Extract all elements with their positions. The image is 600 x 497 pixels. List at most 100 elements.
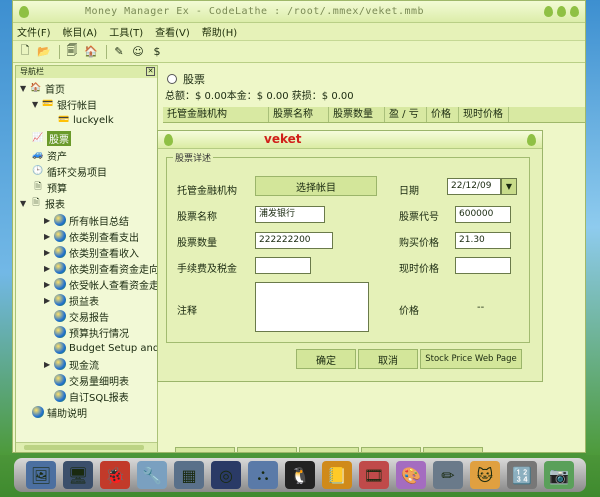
fee-label: 手续费及税金 xyxy=(177,264,237,275)
nav-item-report-flow-category[interactable]: ▶ 依类别查看资金走向 xyxy=(44,260,157,276)
current-price-label: 现时价格 xyxy=(399,264,439,275)
stock-code-field[interactable]: 600000 xyxy=(455,206,511,223)
nav-item-report-flow-payee[interactable]: ▶ 依受帐人查看资金走 xyxy=(44,276,157,292)
new-account-icon[interactable]: 🗐 xyxy=(64,44,80,60)
nav-item-bank[interactable]: ▼ 💳 银行帐目 xyxy=(32,96,97,112)
nav-item-assets[interactable]: 🚙 资产 xyxy=(32,147,67,163)
col-gain-loss[interactable]: 盈 / 亏 xyxy=(385,107,427,122)
options-icon[interactable]: ✎ xyxy=(111,44,127,60)
col-current-price[interactable]: 现时价格 xyxy=(459,107,509,122)
col-price[interactable]: 价格 xyxy=(427,107,459,122)
penguin-icon[interactable]: 🐧 xyxy=(285,461,315,489)
stocks-heading: 股票 xyxy=(167,71,205,87)
stocks-grid-header: 托管金融机构 股票名称 股票数量 盈 / 亏 价格 现时价格 xyxy=(163,107,585,123)
camera-icon[interactable]: 📷 xyxy=(544,461,574,489)
calculator-icon[interactable]: 🔢 xyxy=(507,461,537,489)
dialog-title-bar[interactable]: veket xyxy=(158,131,542,149)
buy-price-field[interactable]: 21.30 xyxy=(455,232,511,249)
delete-button[interactable]: 删除 xyxy=(299,447,359,452)
nav-item-reports[interactable]: ▼ 🗎 报表 xyxy=(20,195,65,211)
edit-button[interactable]: 编辑 xyxy=(237,447,297,452)
tools-icon[interactable]: 🔧 xyxy=(137,461,167,489)
globe-icon xyxy=(54,374,66,386)
current-price-field[interactable] xyxy=(455,257,511,274)
nav-item-luckyelk[interactable]: 💳 luckyelk xyxy=(58,112,113,128)
refresh-button[interactable]: 更新 xyxy=(361,447,421,452)
files-icon[interactable]: 📒 xyxy=(322,461,352,489)
broker-label: 托管金融机构 xyxy=(177,186,237,197)
quantity-label: 股票数量 xyxy=(177,238,217,249)
browser-icon[interactable]: ◎ xyxy=(211,461,241,489)
nav-item-help[interactable]: 辅助说明 xyxy=(32,404,87,420)
monitor-icon[interactable]: 🖥 xyxy=(63,461,93,489)
home-icon: 🏠 xyxy=(30,83,42,93)
display-settings-icon[interactable]: 🖼 xyxy=(26,461,56,489)
home-icon[interactable]: 🏠 xyxy=(83,44,99,60)
nav-close-icon[interactable]: ✕ xyxy=(146,67,155,76)
globe-icon xyxy=(54,262,66,274)
page-title: 股票 xyxy=(183,73,205,86)
notes-textarea[interactable] xyxy=(255,282,369,332)
quantity-field[interactable]: 222222200 xyxy=(255,232,333,249)
nav-item-report-income[interactable]: ▶ 依类别查看收入 xyxy=(44,244,139,260)
account-icon: 💳 xyxy=(58,115,70,125)
fee-field[interactable] xyxy=(255,257,311,274)
date-field[interactable]: 22/12/09 xyxy=(447,178,501,195)
terminal-icon[interactable]: ▦ xyxy=(174,461,204,489)
open-folder-icon[interactable]: 📂 xyxy=(36,44,52,60)
menu-help[interactable]: 帮助(H) xyxy=(202,24,237,39)
paint-icon[interactable]: 🎨 xyxy=(396,461,426,489)
editor-icon[interactable]: ✏ xyxy=(433,461,463,489)
settings-button[interactable]: 设置 xyxy=(423,447,483,452)
menu-bar: 文件(F) 帐目(A) 工具(T) 查看(V) 帮助(H) xyxy=(13,23,585,41)
globe-icon xyxy=(54,214,66,226)
add-button[interactable]: 新增 xyxy=(175,447,235,452)
minimize-icon[interactable] xyxy=(544,6,553,17)
col-quantity[interactable]: 股票数量 xyxy=(329,107,385,122)
nav-item-report-detail[interactable]: 交易量细明表 xyxy=(54,372,129,388)
media-icon[interactable]: 🎞 xyxy=(359,461,389,489)
col-broker[interactable]: 托管金融机构 xyxy=(163,107,269,122)
nav-item-budget[interactable]: 🗎 预算 xyxy=(32,179,67,195)
nav-item-report-summary[interactable]: ▶ 所有帐目总结 xyxy=(44,212,129,228)
stock-icon: 📈 xyxy=(32,133,44,143)
nav-item-home[interactable]: ▼ 🏠 首页 xyxy=(20,80,65,96)
nav-item-report-cashflow[interactable]: ▶ 现金流 xyxy=(44,356,99,372)
new-file-icon[interactable]: 🗋 xyxy=(17,44,33,60)
menu-view[interactable]: 查看(V) xyxy=(155,24,190,39)
game-icon[interactable]: 🐱 xyxy=(470,461,500,489)
nav-item-stocks[interactable]: 📈 股票 xyxy=(32,130,71,146)
globe-icon xyxy=(54,246,66,258)
stocks-summary: 总额：$ 0.00本金：$ 0.00 获损：$ 0.00 xyxy=(165,91,354,102)
col-name[interactable]: 股票名称 xyxy=(269,107,329,122)
title-bar[interactable]: Money Manager Ex - CodeLathe : /root/.mm… xyxy=(13,1,585,23)
menu-account[interactable]: 帐目(A) xyxy=(63,24,98,39)
currency-icon[interactable]: $ xyxy=(149,44,165,60)
nav-item-report-pl[interactable]: ▶ 损益表 xyxy=(44,292,99,308)
nav-item-report-budget-setup[interactable]: Budget Setup and P xyxy=(54,340,157,356)
close-icon[interactable] xyxy=(570,6,579,17)
nav-item-report-sql[interactable]: 自订SQL报表 xyxy=(54,388,129,404)
date-dropdown-icon[interactable]: ▼ xyxy=(501,178,517,195)
cancel-button[interactable]: 取消 xyxy=(358,349,418,369)
nav-item-recurring[interactable]: 🕒 循环交易项目 xyxy=(32,163,107,179)
dialog-menu-icon[interactable] xyxy=(164,134,173,146)
mascot-icon[interactable]: 🐞 xyxy=(100,461,130,489)
nav-item-report-expense[interactable]: ▶ 依类别查看支出 xyxy=(44,228,139,244)
window-menu-icon[interactable] xyxy=(19,5,29,18)
stock-name-field[interactable]: 浦发银行 xyxy=(255,206,325,223)
nav-item-report-budget[interactable]: 预算执行情况 xyxy=(54,324,129,340)
window-controls xyxy=(544,6,579,17)
nav-horizontal-scrollbar[interactable] xyxy=(16,442,157,452)
payee-icon[interactable]: ☺ xyxy=(130,44,146,60)
dialog-close-icon[interactable] xyxy=(527,134,536,146)
scrollbar-thumb[interactable] xyxy=(24,445,144,450)
select-account-button[interactable]: 选择帐目 xyxy=(255,176,377,196)
network-icon[interactable]: ⛬ xyxy=(248,461,278,489)
stock-web-page-button[interactable]: Stock Price Web Page xyxy=(420,349,522,369)
menu-tools[interactable]: 工具(T) xyxy=(109,24,143,39)
menu-file[interactable]: 文件(F) xyxy=(17,24,51,39)
maximize-icon[interactable] xyxy=(557,6,566,17)
nav-item-report-transactions[interactable]: 交易报告 xyxy=(54,308,109,324)
ok-button[interactable]: 确定 xyxy=(296,349,356,369)
